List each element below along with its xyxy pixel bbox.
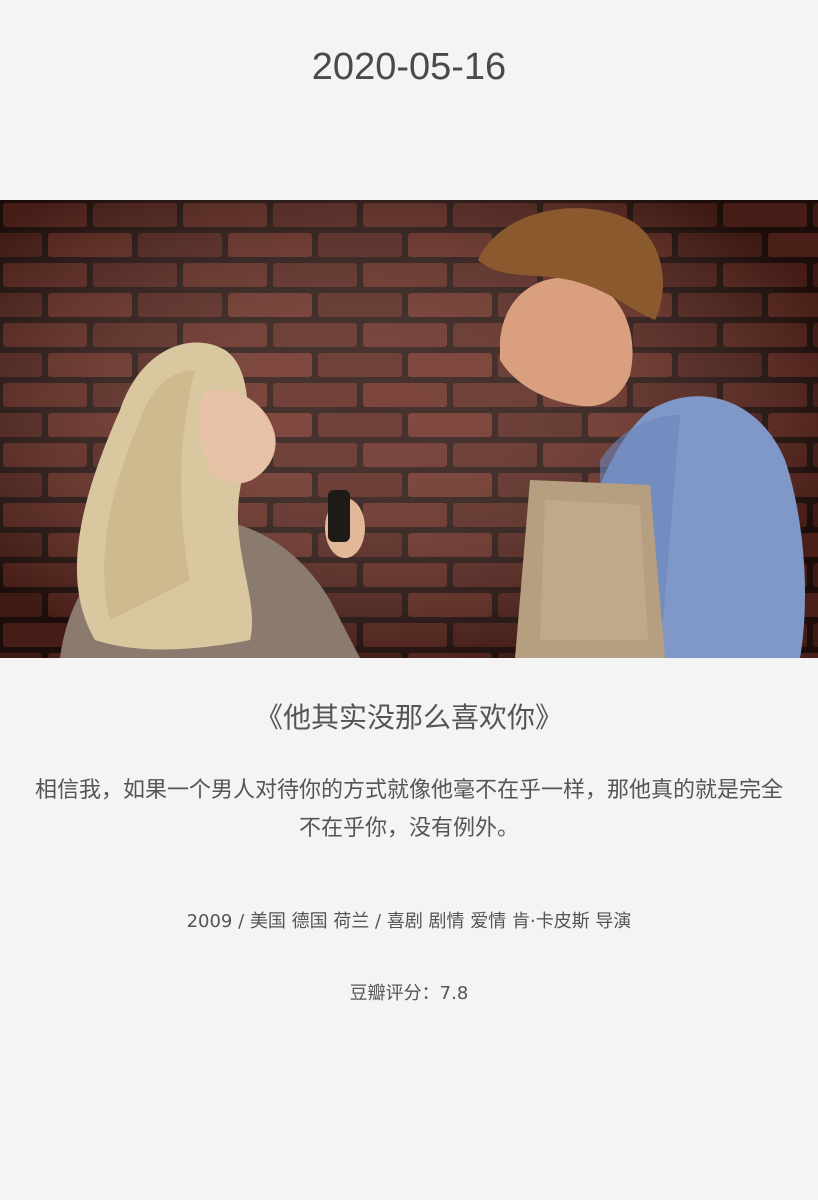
movie-quote: 相信我，如果一个男人对待你的方式就像他毫不在乎一样，那他真的就是完全不在乎你，没… <box>34 778 783 841</box>
douban-rating: 豆瓣评分：7.8 <box>349 983 469 1004</box>
movie-title: 《他其实没那么喜欢你》 <box>254 701 563 734</box>
movie-meta-info: 2009 / 美国 德国 荷兰 / 喜剧 剧情 爱情 肯·卡皮斯 导演 <box>186 911 632 932</box>
date-heading: 2020-05-16 <box>311 46 507 88</box>
movie-still-image <box>0 200 818 658</box>
